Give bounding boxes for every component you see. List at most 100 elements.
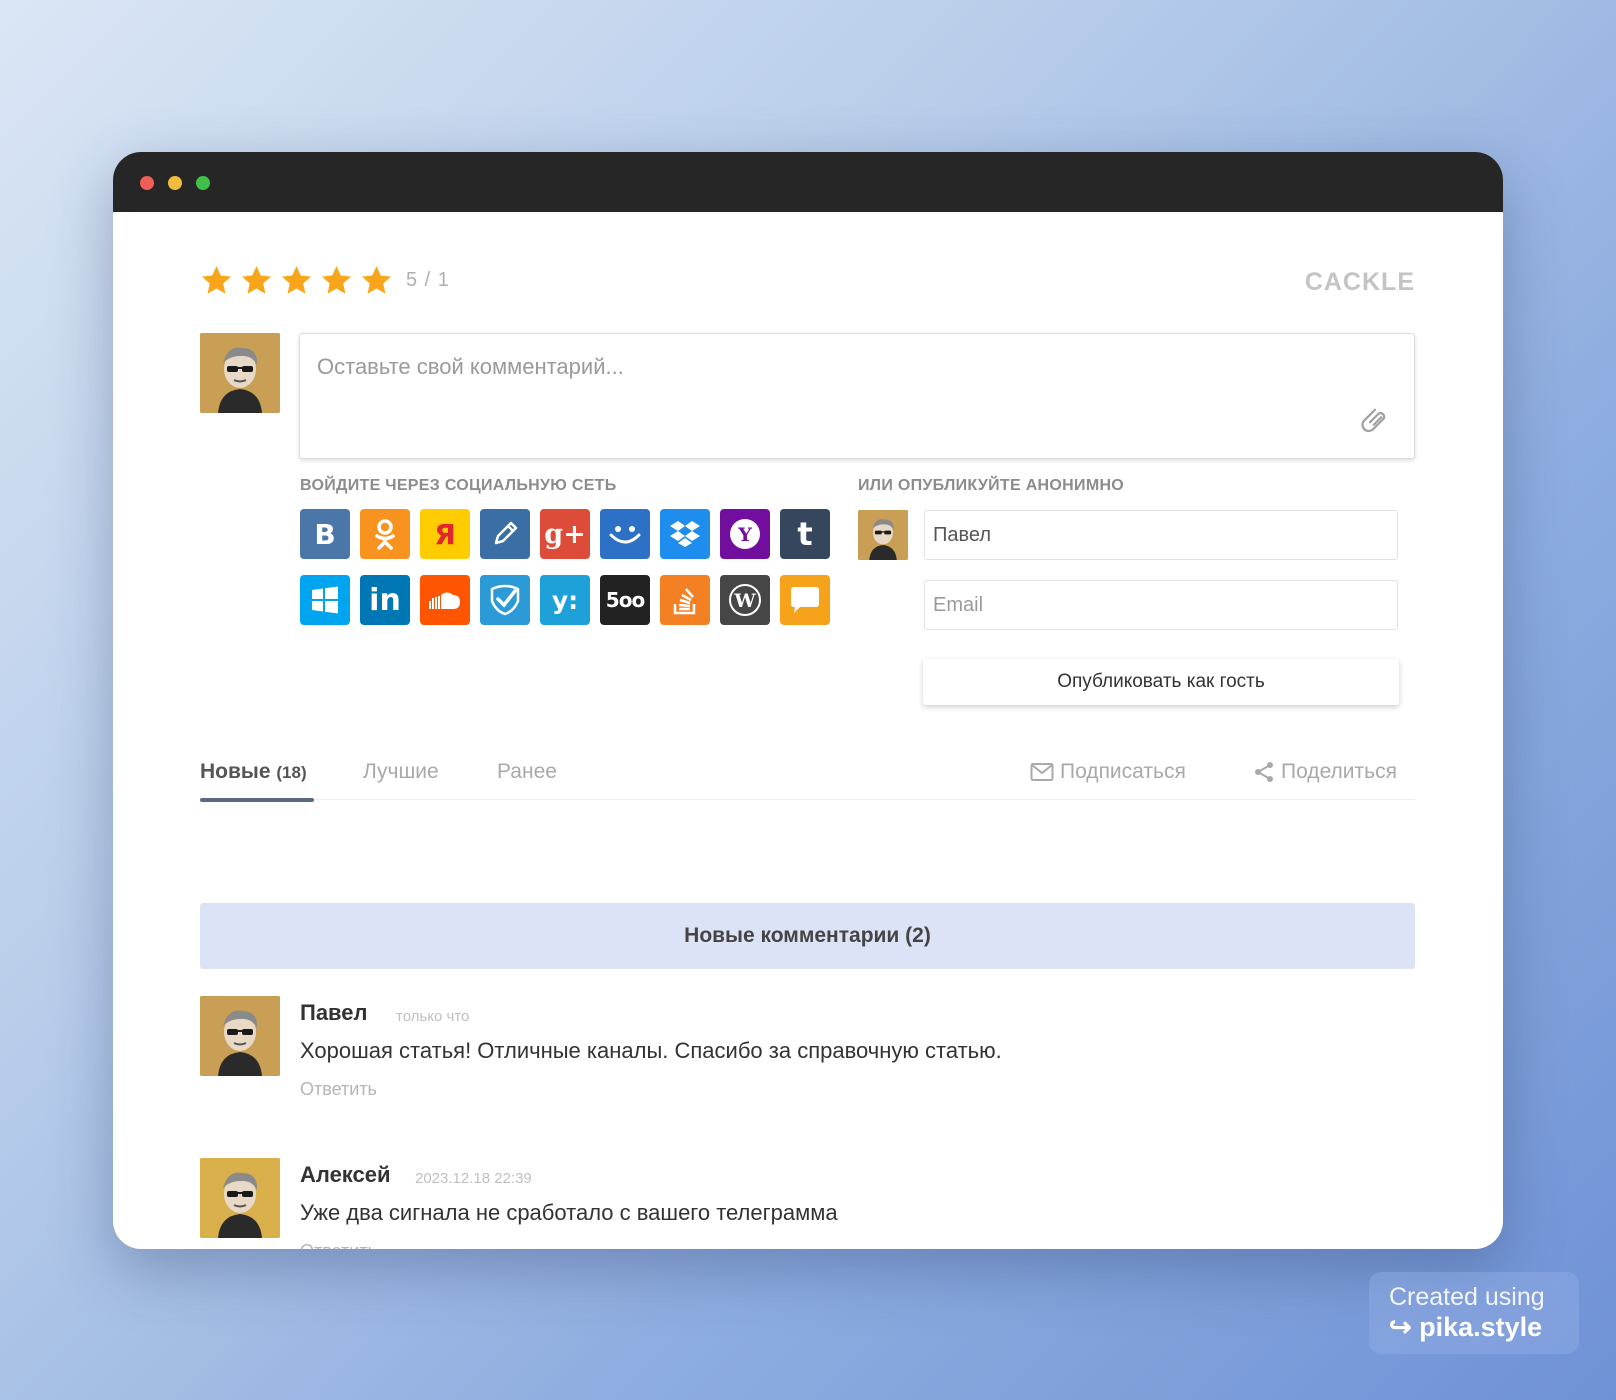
tumblr-icon: t bbox=[797, 515, 813, 553]
rating-stars: 5 / 1 bbox=[200, 264, 450, 297]
share-button[interactable]: Поделиться bbox=[1253, 760, 1397, 784]
dropbox-icon bbox=[670, 521, 700, 547]
watermark: Created using ↪ pika.style bbox=[1369, 1272, 1579, 1354]
check-icon bbox=[490, 584, 520, 616]
windows-icon bbox=[312, 586, 338, 614]
maximize-window-dot[interactable] bbox=[196, 176, 210, 190]
comment-author[interactable]: Павел bbox=[300, 1000, 368, 1026]
mailru-login-button[interactable] bbox=[600, 509, 650, 559]
wordpress-login-button[interactable]: W bbox=[720, 575, 770, 625]
yandex-login-button[interactable]: Я bbox=[420, 509, 470, 559]
vk-icon: B bbox=[314, 517, 336, 551]
brand-logo[interactable]: CACKLE bbox=[1305, 268, 1415, 297]
yahoo-icon: Y bbox=[730, 519, 760, 549]
stackoverflow-icon bbox=[673, 588, 696, 615]
reply-link[interactable]: Ответить bbox=[300, 1079, 377, 1100]
guest-email-field[interactable]: Email bbox=[924, 580, 1398, 630]
comment-bubble-login-button[interactable] bbox=[780, 575, 830, 625]
linkedin-icon: in bbox=[369, 582, 401, 618]
guest-login-label: ИЛИ ОПУБЛИКУЙТЕ АНОНИМНО bbox=[858, 477, 1125, 494]
tab-earlier[interactable]: Ранее bbox=[497, 760, 557, 784]
500px-login-button[interactable]: 5oo bbox=[600, 575, 650, 625]
active-tab-indicator bbox=[200, 798, 314, 802]
linkedin-login-button[interactable]: in bbox=[360, 575, 410, 625]
svg-text:Y: Y bbox=[737, 524, 752, 546]
comment-item: Павел только что Хорошая статья! Отличны… bbox=[200, 996, 1415, 1106]
comment-item: Алексей 2023.12.18 22:39 Уже два сигнала… bbox=[200, 1158, 1415, 1249]
avatar bbox=[200, 333, 280, 413]
stackoverflow-login-button[interactable] bbox=[660, 575, 710, 625]
envelope-icon bbox=[1030, 763, 1054, 781]
wordpress-icon: W bbox=[729, 584, 761, 616]
guest-avatar bbox=[858, 510, 908, 560]
guest-name-field[interactable]: Павел bbox=[924, 510, 1398, 560]
livejournal-login-button[interactable] bbox=[480, 509, 530, 559]
user-avatar-icon bbox=[200, 996, 280, 1076]
user-avatar-icon bbox=[858, 510, 908, 560]
close-window-dot[interactable] bbox=[140, 176, 154, 190]
odnoklassniki-icon bbox=[375, 519, 395, 550]
yahoo-login-button[interactable]: Y bbox=[720, 509, 770, 559]
foursquare-login-button[interactable] bbox=[480, 575, 530, 625]
comment-text: Уже два сигнала не сработало с вашего те… bbox=[300, 1200, 838, 1225]
attachment-icon[interactable] bbox=[1360, 406, 1390, 436]
vk-login-button[interactable]: B bbox=[300, 509, 350, 559]
comment-time: 2023.12.18 22:39 bbox=[415, 1170, 532, 1187]
share-label: Поделиться bbox=[1281, 760, 1397, 783]
tumblr-login-button[interactable]: t bbox=[780, 509, 830, 559]
dropbox-login-button[interactable] bbox=[660, 509, 710, 559]
comment-textarea[interactable]: Оставьте свой комментарий... bbox=[299, 333, 1415, 459]
comments-widget: 5 / 1 CACKLE Оставьте свой комментарий..… bbox=[113, 212, 1503, 1249]
star-icon[interactable] bbox=[200, 264, 233, 297]
minimize-window-dot[interactable] bbox=[168, 176, 182, 190]
publish-as-guest-button[interactable]: Опубликовать как гость bbox=[923, 659, 1399, 705]
soundcloud-icon bbox=[429, 592, 460, 609]
guest-name-value: Павел bbox=[933, 524, 992, 546]
share-icon bbox=[1255, 762, 1273, 782]
comment-author[interactable]: Алексей bbox=[300, 1162, 391, 1188]
watermark-brand: pika.style bbox=[1419, 1312, 1543, 1342]
social-login-grid: B Я g+ Y t in y: 5oo W bbox=[300, 509, 830, 625]
soundcloud-login-button[interactable] bbox=[420, 575, 470, 625]
star-icon[interactable] bbox=[320, 264, 353, 297]
comment-time: только что bbox=[396, 1008, 470, 1025]
publish-button-label: Опубликовать как гость bbox=[1057, 671, 1265, 692]
smile-icon bbox=[609, 526, 641, 544]
yandex-icon: Я bbox=[434, 517, 456, 551]
star-icon[interactable] bbox=[240, 264, 273, 297]
avatar[interactable] bbox=[200, 1158, 280, 1238]
rating-summary: 5 / 1 bbox=[406, 269, 450, 291]
comment-text: Хорошая статья! Отличные каналы. Спасибо… bbox=[300, 1038, 1002, 1063]
comment-tabs: Новые (18) Лучшие Ранее Подписаться Поде… bbox=[200, 760, 1415, 802]
tab-new[interactable]: Новые (18) bbox=[200, 760, 307, 784]
avatar[interactable] bbox=[200, 996, 280, 1076]
tab-best[interactable]: Лучшие bbox=[363, 760, 439, 784]
reply-link[interactable]: Ответить bbox=[300, 1241, 377, 1249]
pencil-icon bbox=[494, 521, 518, 545]
windows-login-button[interactable] bbox=[300, 575, 350, 625]
window-titlebar bbox=[113, 152, 1503, 212]
odnoklassniki-login-button[interactable] bbox=[360, 509, 410, 559]
yammer-icon: y: bbox=[551, 585, 579, 615]
tab-new-count: (18) bbox=[276, 763, 307, 782]
yammer-login-button[interactable]: y: bbox=[540, 575, 590, 625]
user-avatar-icon bbox=[200, 333, 280, 413]
new-comments-banner[interactable]: Новые комментарии (2) bbox=[200, 903, 1415, 969]
star-icon[interactable] bbox=[280, 264, 313, 297]
500px-icon: 5oo bbox=[605, 588, 645, 612]
subscribe-label: Подписаться bbox=[1060, 760, 1186, 783]
user-avatar-icon bbox=[200, 1158, 280, 1238]
google-plus-login-button[interactable]: g+ bbox=[540, 509, 590, 559]
subscribe-button[interactable]: Подписаться bbox=[1030, 760, 1186, 784]
star-icon[interactable] bbox=[360, 264, 393, 297]
comment-placeholder: Оставьте свой комментарий... bbox=[317, 354, 624, 379]
browser-window: 5 / 1 CACKLE Оставьте свой комментарий..… bbox=[113, 152, 1503, 1249]
social-login-label: ВОЙДИТЕ ЧЕРЕЗ СОЦИАЛЬНУЮ СЕТЬ bbox=[300, 477, 617, 494]
google-plus-icon: g+ bbox=[544, 518, 586, 550]
speech-bubble-icon bbox=[791, 587, 819, 613]
svg-text:W: W bbox=[733, 590, 756, 612]
tab-new-label: Новые bbox=[200, 760, 271, 783]
watermark-line1: Created using bbox=[1389, 1283, 1545, 1311]
new-comments-label: Новые комментарии (2) bbox=[684, 924, 931, 947]
guest-email-placeholder: Email bbox=[933, 594, 984, 616]
